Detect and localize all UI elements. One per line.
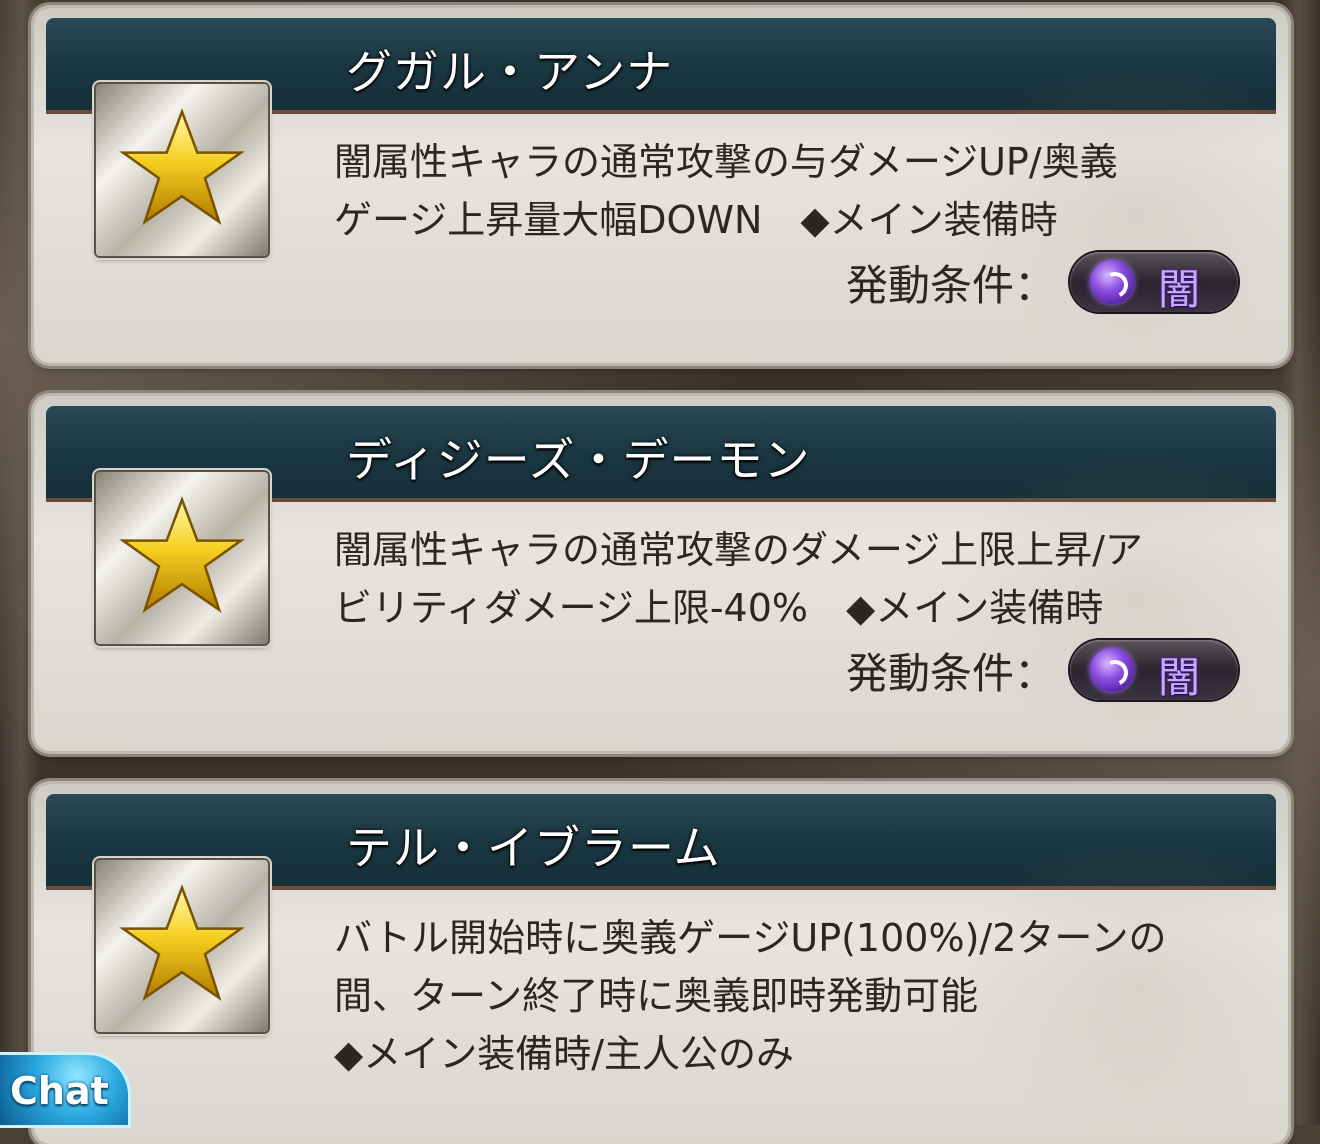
element-label: 闇	[1158, 653, 1201, 702]
description-line: 間、ターン終了時に奥義即時発動可能	[334, 974, 979, 1018]
skill-panel: テル・イブラーム バトル開始時に奥義ゲージUP(100%)/2ターンの 間、ター…	[34, 784, 1288, 1144]
description-line: ゲージ上昇量大幅DOWN ◆メイン装備時	[334, 198, 1058, 242]
star-icon	[96, 84, 268, 256]
star-icon	[96, 472, 268, 644]
description-line: ◆メイン装備時/主人公のみ	[334, 1032, 795, 1076]
skill-name: ディジーズ・デーモン	[346, 433, 811, 487]
description-line: 闇属性キャラの通常攻撃の与ダメージUP/奥義	[334, 140, 1118, 184]
dark-element-icon	[1090, 260, 1134, 304]
skill-description: バトル開始時に奥義ゲージUP(100%)/2ターンの 間、ターン終了時に奥義即時…	[334, 909, 1234, 1083]
element-badge: 闇	[1070, 640, 1238, 702]
skill-description: 闇属性キャラの通常攻撃のダメージ上限上昇/ア ビリティダメージ上限-40% ◆メ…	[334, 521, 1234, 637]
skill-description: 闇属性キャラの通常攻撃の与ダメージUP/奥義 ゲージ上昇量大幅DOWN ◆メイン…	[334, 133, 1234, 249]
element-label: 闇	[1158, 265, 1201, 314]
chat-label: Chat	[10, 1069, 109, 1113]
skill-name: テル・イブラーム	[346, 821, 721, 875]
description-line: 闇属性キャラの通常攻撃のダメージ上限上昇/ア	[334, 528, 1143, 572]
dark-element-icon	[1090, 648, 1134, 692]
chat-button[interactable]: Chat	[0, 1055, 128, 1125]
trigger-condition: 発動条件： 闇	[845, 639, 1238, 702]
skill-panel: グガル・アンナ 闇属性キャラの通常攻撃の与ダメージUP/奥義 ゲージ上昇量大幅D…	[34, 8, 1288, 363]
element-badge: 闇	[1070, 252, 1238, 314]
trigger-label: 発動条件：	[845, 648, 1056, 698]
skill-name: グガル・アンナ	[346, 45, 674, 99]
description-line: ビリティダメージ上限-40% ◆メイン装備時	[334, 586, 1104, 630]
trigger-condition: 発動条件： 闇	[845, 251, 1238, 314]
skill-panel: ディジーズ・デーモン 闇属性キャラの通常攻撃のダメージ上限上昇/ア ビリティダメ…	[34, 396, 1288, 751]
star-icon	[96, 860, 268, 1032]
description-line: バトル開始時に奥義ゲージUP(100%)/2ターンの	[334, 916, 1167, 960]
trigger-label: 発動条件：	[845, 260, 1056, 310]
